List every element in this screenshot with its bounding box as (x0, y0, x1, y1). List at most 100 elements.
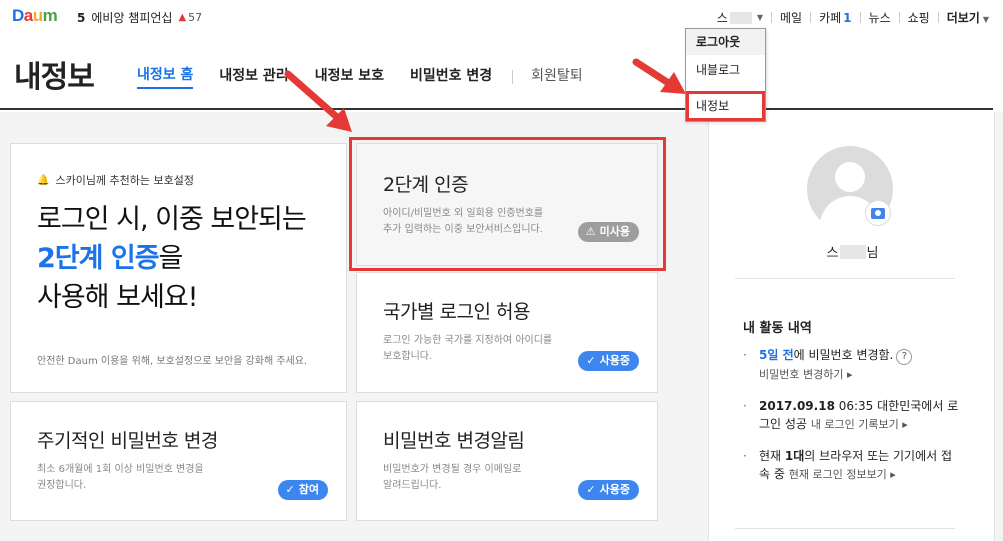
status-badge-in-use[interactable]: ✓ 사용중 (578, 351, 639, 371)
logo-letter-a: a (23, 6, 33, 25)
check-icon: ✓ (586, 483, 596, 496)
card-title: 주기적인 비밀번호 변경 (37, 430, 218, 452)
recommend-footer: 안전한 Daum 이용을 위해, 보호설정으로 보안을 강화해 주세요. (37, 356, 308, 367)
menu-item-my-info[interactable]: 내정보 (686, 91, 765, 121)
bell-icon: 🔔 (37, 174, 50, 186)
activity-date: 2017.09.18 (759, 399, 835, 413)
recommend-text: 스카이님께 추천하는 보호설정 (55, 174, 195, 187)
card-description: 최소 6개월에 1회 이상 비밀번호 변경을권장합니다. (37, 462, 204, 494)
card-title: 국가별 로그인 허용 (383, 301, 530, 323)
card-password-change-alert[interactable]: 비밀번호 변경알림 비밀번호가 변경될 경우 이메일로알려드립니다. ✓ 사용중 (356, 401, 658, 521)
card-desc-line-2: 알려드립니다. (383, 480, 442, 491)
tab-my-info-home[interactable]: 내정보 홈 (137, 64, 194, 89)
logo-letter-d: D (12, 6, 24, 25)
card-description: 로그인 가능한 국가를 지정하여 아이디를보호합니다. (383, 333, 552, 365)
nickname: 스 님 (709, 242, 996, 261)
user-name-initial: 스 (716, 11, 728, 25)
activity-list: 5일 전에 비밀번호 변경함.? 비밀번호 변경하기 ▸ 2017.09.18 … (743, 346, 963, 497)
nickname-mask (839, 244, 866, 259)
card-desc-line-1: 비밀번호가 변경될 경우 이메일로 (383, 464, 522, 475)
menu-item-my-blog[interactable]: 내블로그 (686, 55, 765, 91)
global-nav: 스 ▼ 메일 카페 1 뉴스 쇼핑 더보기 ▼ (717, 9, 989, 26)
user-name-mask (729, 11, 752, 24)
card-desc-line-2: 권장합니다. (37, 480, 87, 491)
recommend-card: 🔔 스카이님께 추천하는 보호설정 로그인 시, 이중 보안되는 2단계 인증을… (10, 143, 347, 393)
headline-line-2-rest: 을 (158, 243, 184, 274)
logo-letter-m: m (42, 6, 58, 25)
status-badge-participating[interactable]: ✓ 참여 (277, 480, 328, 500)
divider (512, 69, 514, 84)
card-desc-line-1: 최소 6개월에 1회 이상 비밀번호 변경을 (37, 464, 204, 475)
nickname-initial: 스 (826, 246, 839, 261)
activity-link[interactable]: 비밀번호 변경하기 (759, 368, 843, 381)
chevron-down-icon: ▼ (982, 15, 989, 24)
status-badge-in-use[interactable]: ✓ 사용중 (578, 480, 639, 500)
menu-item-logout[interactable]: 로그아웃 (686, 29, 765, 55)
recommend-label: 🔔 스카이님께 추천하는 보호설정 (37, 172, 194, 188)
activity-title: 내 활동 내역 (743, 321, 812, 336)
highlight-box (349, 137, 666, 271)
activity-link[interactable]: 현재 로그인 정보보기 (789, 468, 887, 481)
profile-sidebar: 스 님 내 활동 내역 5일 전에 비밀번호 변경함.? 비밀번호 변경하기 ▸… (708, 112, 995, 541)
camera-icon[interactable] (865, 200, 891, 226)
top-bar: D a u m 5 에비앙 챔피언십 ▲ 57 스 ▼ 메일 카페 1 뉴스 쇼핑… (0, 0, 1003, 34)
cafe-count-badge: 1 (843, 11, 852, 25)
card-periodic-password-change[interactable]: 주기적인 비밀번호 변경 최소 6개월에 1회 이상 비밀번호 변경을권장합니다… (10, 401, 347, 521)
help-icon[interactable]: ? (896, 349, 913, 365)
nav-news[interactable]: 뉴스 (869, 9, 891, 26)
badge-label: 참여 (298, 483, 319, 496)
activity-text: 에 비밀번호 변경함. (793, 348, 894, 362)
headline-line-1: 로그인 시, 이중 보안되는 (37, 204, 307, 235)
logo-letter-u: u (32, 6, 43, 25)
tab-bar: 내정보 홈 내정보 관리 내정보 보호 비밀번호 변경 회원탈퇴 (137, 64, 609, 89)
avatar-head-shape (835, 162, 865, 192)
trend-up-icon: ▲ (178, 12, 187, 23)
issue-rank: 5 (77, 10, 86, 25)
headline-line-3: 사용해 보세요! (37, 282, 198, 313)
divider (859, 12, 861, 23)
daum-logo[interactable]: D a u m (12, 6, 58, 26)
activity-highlight: 5일 전 (759, 348, 794, 362)
divider (810, 12, 812, 23)
headline-highlight: 2단계 인증 (37, 243, 160, 274)
check-icon: ✓ (285, 483, 295, 496)
list-item: 현재 1대의 브라우저 또는 기기에서 접속 중 현재 로그인 정보보기 ▸ (743, 447, 963, 484)
tab-password-change[interactable]: 비밀번호 변경 (410, 65, 492, 88)
camera-glyph (871, 207, 885, 219)
user-menu-button[interactable]: 스 ▼ (717, 9, 763, 26)
divider (770, 12, 772, 23)
nav-more[interactable]: 더보기 ▼ (947, 9, 989, 26)
chevron-right-icon: ▸ (886, 468, 896, 481)
nav-shopping[interactable]: 쇼핑 (908, 9, 930, 26)
nav-cafe-label: 카페 (819, 11, 842, 25)
badge-label: 사용중 (599, 354, 630, 367)
tab-my-info-manage[interactable]: 내정보 관리 (219, 65, 288, 88)
tab-withdraw[interactable]: 회원탈퇴 (531, 65, 583, 88)
nav-cafe[interactable]: 카페 1 (819, 9, 851, 26)
activity-link[interactable]: 내 로그인 기록보기 (811, 418, 899, 431)
list-item: 5일 전에 비밀번호 변경함.? 비밀번호 변경하기 ▸ (743, 346, 963, 384)
issue-trend-value: 57 (188, 11, 203, 24)
tab-my-info-protect[interactable]: 내정보 보호 (315, 65, 384, 88)
activity-count: 1대 (784, 449, 805, 463)
card-country-login[interactable]: 국가별 로그인 허용 로그인 가능한 국가를 지정하여 아이디를보호합니다. ✓… (356, 272, 658, 393)
recommend-headline: 로그인 시, 이중 보안되는 2단계 인증을 사용해 보세요! (37, 200, 307, 317)
card-desc-line-1: 로그인 가능한 국가를 지정하여 아이디를 (383, 335, 553, 346)
page-header: 내정보 내정보 홈 내정보 관리 내정보 보호 비밀번호 변경 회원탈퇴 (0, 34, 993, 110)
realtime-issue[interactable]: 5 에비앙 챔피언십 ▲ 57 (77, 9, 202, 26)
issue-title: 에비앙 챔피언십 (91, 11, 173, 25)
card-desc-line-2: 보호합니다. (383, 351, 433, 362)
divider (937, 12, 939, 23)
card-description: 비밀번호가 변경될 경우 이메일로알려드립니다. (383, 462, 521, 494)
user-dropdown-menu: 로그아웃 내블로그 내정보 (685, 28, 766, 122)
headline-line-2: 2단계 인증을 (37, 239, 306, 278)
nav-mail[interactable]: 메일 (780, 9, 802, 26)
chevron-right-icon: ▸ (843, 368, 853, 381)
badge-label: 사용중 (599, 483, 630, 496)
page-title: 내정보 (14, 60, 95, 95)
divider (898, 12, 900, 23)
divider (735, 278, 955, 279)
card-title: 비밀번호 변경알림 (383, 430, 525, 452)
check-icon: ✓ (586, 354, 596, 367)
nav-more-label: 더보기 (946, 11, 980, 25)
